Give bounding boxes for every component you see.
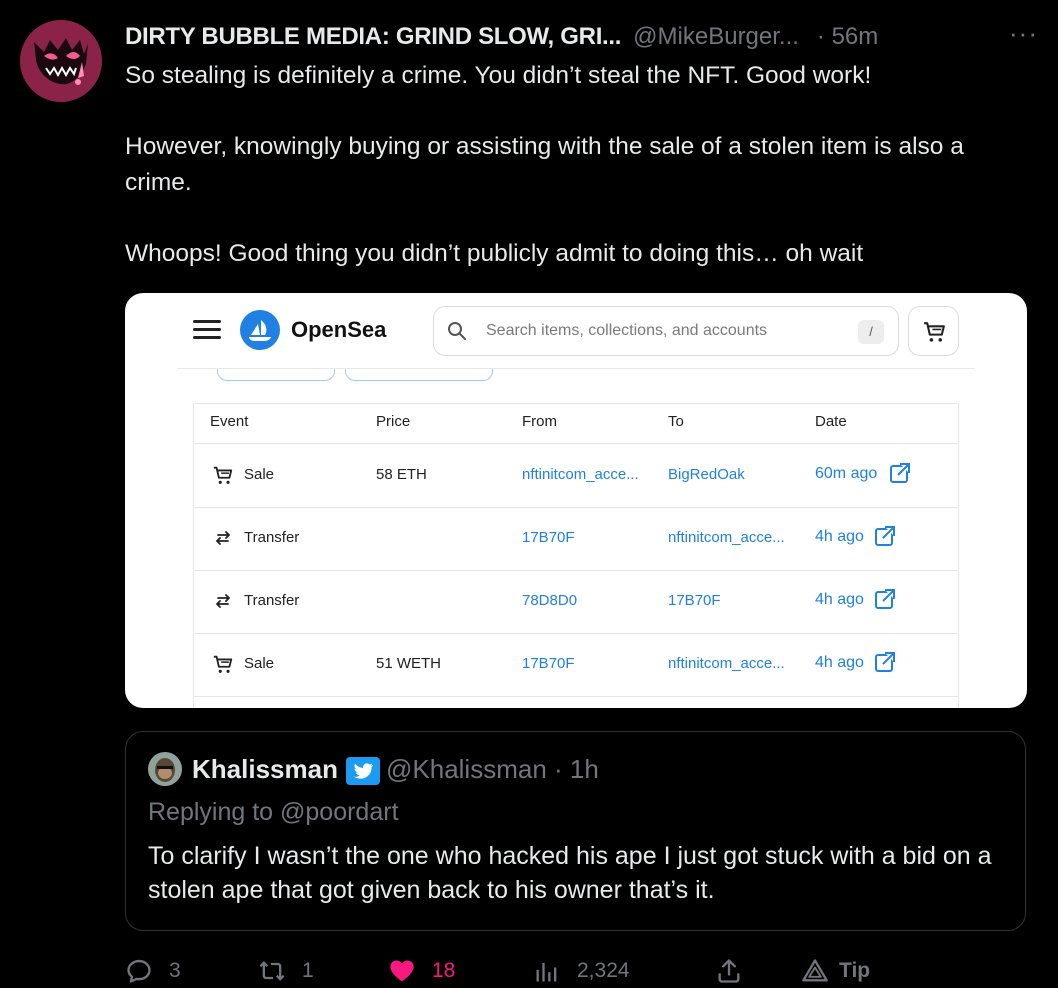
- tweet-paragraph: However, knowingly buying or assisting w…: [125, 133, 964, 196]
- external-link-icon: [875, 589, 895, 609]
- price-value: 58 ETH: [376, 466, 427, 483]
- tweet-body: So stealing is definitely a crime. You d…: [125, 58, 1025, 272]
- from-link: 17B70F: [522, 529, 575, 546]
- from-link: 17B70F: [522, 655, 575, 672]
- activity-table-header: Event Price From To Date: [194, 404, 958, 444]
- external-link-icon: [875, 652, 895, 672]
- author-avatar[interactable]: [20, 20, 102, 102]
- author-handle[interactable]: @MikeBurger...: [633, 23, 799, 51]
- table-row: Transfer 78D8D0 17B70F 4h ago: [194, 571, 958, 634]
- quoted-tweet[interactable]: Khalissman @Khalissman · 1h Replying to …: [125, 731, 1026, 931]
- opensea-logo-icon: [240, 310, 280, 350]
- table-row: Transfer 17B70F nftinitcom_acce... 4h ag…: [194, 508, 958, 571]
- external-link-icon: [890, 463, 910, 483]
- retweet-count: 1: [302, 959, 314, 982]
- cart-icon: [213, 655, 233, 673]
- reply-button[interactable]: 3: [125, 953, 181, 988]
- opensea-search-field: Search items, collections, and accounts …: [433, 306, 899, 356]
- to-link: nftinitcom_acce...: [668, 655, 785, 672]
- date-link: 4h ago: [815, 654, 864, 671]
- replying-to[interactable]: Replying to @poordart: [148, 798, 399, 827]
- view-count: 2,324: [577, 959, 630, 982]
- quoted-tweet-text: To clarify I wasn’t the one who hacked h…: [148, 842, 992, 904]
- event-label: Transfer: [244, 529, 300, 546]
- tweet-paragraph: So stealing is definitely a crime. You d…: [125, 62, 872, 89]
- transfer-icon: [215, 594, 231, 608]
- table-row: Sale 51 WETH 17B70F nftinitcom_acce... 4…: [194, 634, 958, 697]
- views-button[interactable]: 2,324: [533, 953, 630, 988]
- column-header-price: Price: [376, 413, 411, 430]
- search-shortcut-key: /: [858, 320, 884, 344]
- activity-table: Event Price From To Date Sale 58 ETH nft…: [193, 403, 959, 708]
- external-link-icon: [875, 526, 895, 546]
- filter-chip: [345, 369, 493, 381]
- share-icon: [718, 959, 740, 983]
- retweet-button[interactable]: 1: [258, 953, 314, 988]
- transfer-icon: [215, 531, 231, 545]
- date-link: 4h ago: [815, 528, 864, 545]
- tweet-paragraph: Whoops! Good thing you didn’t publicly a…: [125, 240, 864, 267]
- cart-icon: [213, 466, 233, 484]
- tip-icon: [802, 959, 828, 982]
- to-link: BigRedOak: [668, 466, 745, 483]
- quoted-author-avatar[interactable]: [148, 752, 182, 786]
- to-link: 17B70F: [668, 592, 721, 609]
- like-count: 18: [432, 959, 456, 982]
- price-value: 51 WETH: [376, 655, 442, 672]
- share-button[interactable]: [715, 953, 743, 988]
- to-link: nftinitcom_acce...: [668, 529, 785, 546]
- tweet-timestamp[interactable]: · 56m: [817, 23, 878, 51]
- table-row: Sale 58 ETH nftinitcom_acce... BigRedOak…: [194, 445, 958, 508]
- from-link: 78D8D0: [522, 592, 578, 609]
- tweet-header: DIRTY BUBBLE MEDIA: GRIND SLOW, GRI... @…: [125, 18, 1038, 54]
- event-label: Transfer: [244, 592, 300, 609]
- from-link: nftinitcom_acce...: [522, 466, 639, 483]
- date-link: 60m ago: [815, 465, 878, 482]
- more-options-icon[interactable]: ···: [1009, 18, 1038, 49]
- author-display-name[interactable]: DIRTY BUBBLE MEDIA: GRIND SLOW, GRI...: [125, 23, 621, 51]
- column-header-event: Event: [210, 413, 249, 430]
- tip-button[interactable]: Tip: [801, 953, 870, 988]
- reply-count: 3: [169, 959, 181, 982]
- event-label: Sale: [244, 466, 275, 483]
- opensea-cart-button: [908, 306, 959, 356]
- attached-screenshot[interactable]: OpenSea Search items, collections, and a…: [125, 293, 1027, 708]
- opensea-topbar: OpenSea Search items, collections, and a…: [125, 293, 1027, 365]
- retweet-icon: [259, 961, 285, 981]
- date-link: 4h ago: [815, 591, 864, 608]
- tip-label: Tip: [839, 959, 871, 982]
- hamburger-menu-icon: [193, 320, 221, 340]
- reply-icon: [127, 959, 151, 983]
- search-icon: [448, 322, 466, 340]
- tweet-actions: 3 1 18 2,324 Tip: [125, 953, 1025, 988]
- filter-chip: [217, 369, 335, 381]
- analytics-icon: [536, 962, 557, 982]
- column-header-date: Date: [815, 413, 847, 430]
- twitter-bird-badge-icon: [346, 757, 380, 785]
- like-button[interactable]: 18: [388, 953, 455, 988]
- column-header-from: From: [522, 413, 557, 430]
- column-header-to: To: [668, 413, 684, 430]
- opensea-brand: OpenSea: [291, 317, 387, 342]
- event-label: Sale: [244, 655, 275, 672]
- heart-icon: [390, 960, 414, 982]
- search-placeholder: Search items, collections, and accounts: [486, 322, 768, 339]
- quoted-author-name[interactable]: Khalissman: [192, 754, 338, 785]
- cart-icon: [924, 322, 945, 342]
- quoted-author-handle[interactable]: @Khalissman · 1h: [386, 754, 599, 785]
